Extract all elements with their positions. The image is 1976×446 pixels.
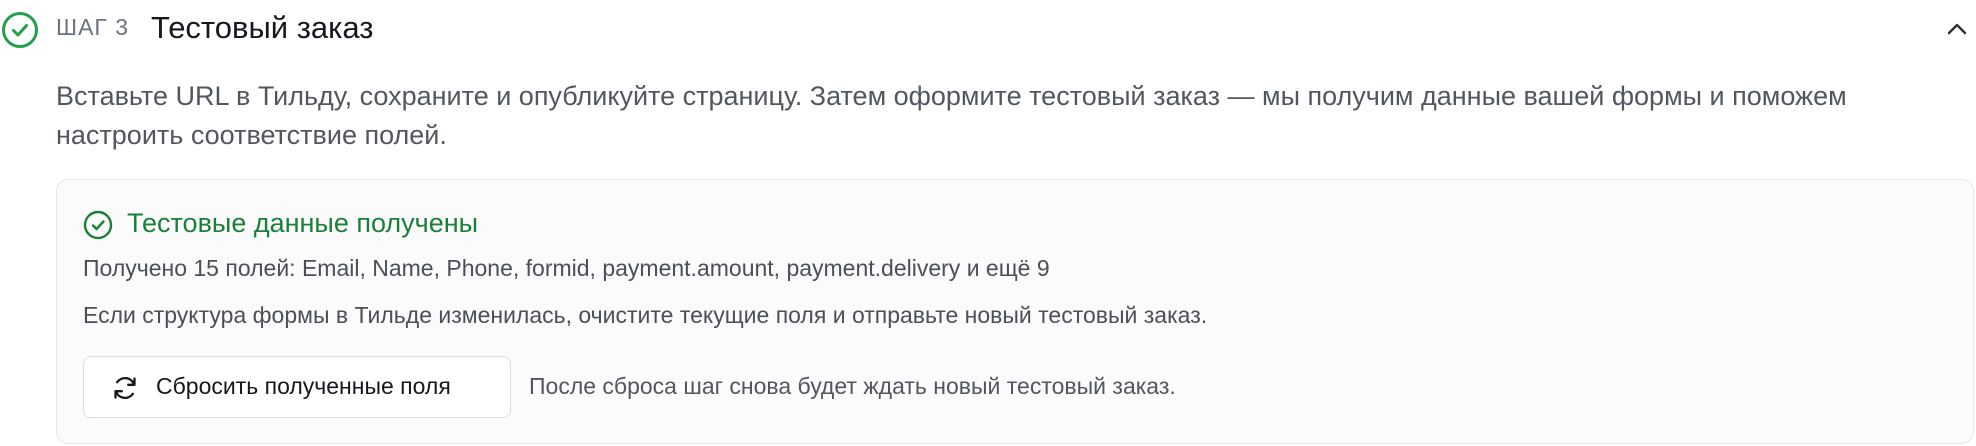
step-description: Вставьте URL в Тильду, сохраните и опубл… (56, 81, 1847, 150)
reset-fields-button[interactable]: Сбросить полученные поля (83, 356, 511, 418)
received-fields-summary: Получено 15 полей: Email, Name, Phone, f… (83, 255, 1050, 281)
reset-hint-text: Если структура формы в Тильде изменилась… (83, 302, 1208, 328)
test-data-result-card: Тестовые данные получены Получено 15 пол… (56, 179, 1974, 444)
step-complete-check-icon (2, 12, 38, 48)
step-number-label: ШАГ 3 (56, 14, 130, 40)
chevron-up-icon[interactable] (1944, 16, 1970, 42)
refresh-icon (114, 376, 136, 400)
step-title: Тестовый заказ (151, 10, 374, 45)
step-3-section: ШАГ 3 Тестовый заказ Вставьте URL в Тиль… (0, 0, 1976, 446)
reset-fields-button-label: Сбросить полученные поля (156, 373, 451, 399)
success-check-icon (83, 210, 113, 240)
success-title: Тестовые данные получены (127, 208, 479, 238)
reset-note-text: После сброса шаг снова будет ждать новый… (529, 373, 1176, 399)
